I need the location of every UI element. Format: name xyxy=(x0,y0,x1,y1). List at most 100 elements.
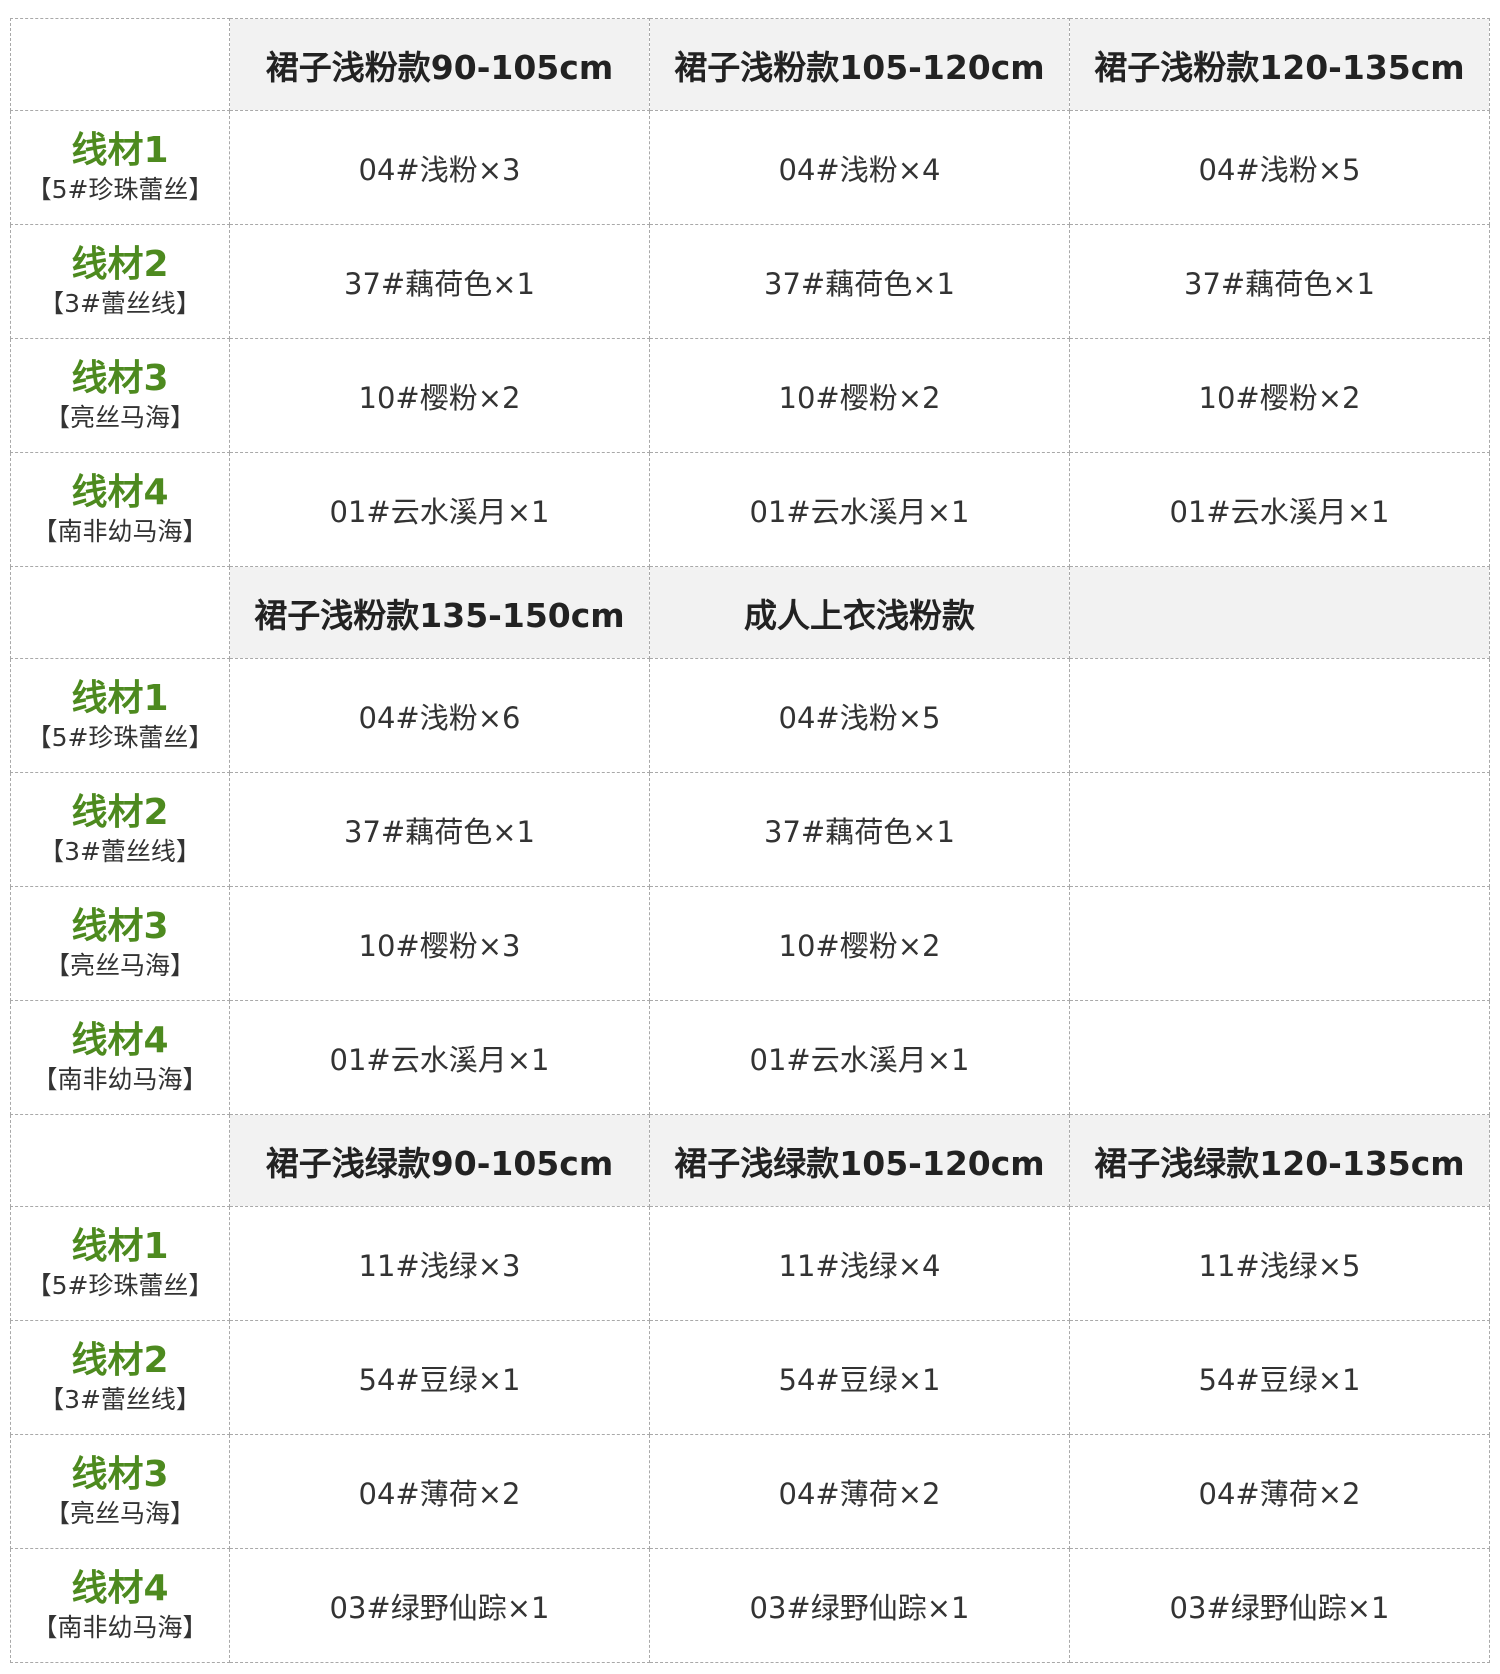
yarn-quantity-cell: 10#樱粉×2 xyxy=(229,338,650,453)
empty-cell xyxy=(1069,886,1490,1001)
material-name: 线材1 xyxy=(71,677,169,719)
material-type: 【南非幼马海】 xyxy=(32,1612,208,1642)
yarn-quantity-cell: 01#云水溪月×1 xyxy=(649,1000,1070,1115)
yarn-quantity-cell: 11#浅绿×5 xyxy=(1069,1206,1490,1321)
empty-cell xyxy=(1069,1000,1490,1115)
column-header: 裙子浅绿款90-105cm xyxy=(229,1114,650,1207)
material-name: 线材4 xyxy=(71,471,169,513)
table-row: 线材1 【5#珍珠蕾丝】 04#浅粉×3 04#浅粉×4 04#浅粉×5 xyxy=(10,110,1490,225)
yarn-quantity-cell: 54#豆绿×1 xyxy=(649,1320,1070,1435)
material-name: 线材1 xyxy=(71,1225,169,1267)
column-header: 裙子浅粉款135-150cm xyxy=(229,566,650,659)
table-row: 线材2 【3#蕾丝线】 37#藕荷色×1 37#藕荷色×1 xyxy=(10,772,1490,887)
yarn-quantity-cell: 04#浅粉×6 xyxy=(229,658,650,773)
corner-cell xyxy=(10,1114,230,1207)
table-row: 线材2 【3#蕾丝线】 54#豆绿×1 54#豆绿×1 54#豆绿×1 xyxy=(10,1320,1490,1435)
material-label-cell: 线材3 【亮丝马海】 xyxy=(10,338,230,453)
material-type: 【亮丝马海】 xyxy=(44,950,195,980)
column-header: 裙子浅粉款90-105cm xyxy=(229,18,650,111)
material-name: 线材3 xyxy=(71,905,169,947)
yarn-quantity-cell: 10#樱粉×2 xyxy=(649,886,1070,1001)
yarn-quantity-cell: 01#云水溪月×1 xyxy=(649,452,1070,567)
yarn-quantity-cell: 04#薄荷×2 xyxy=(1069,1434,1490,1549)
yarn-quantity-cell: 04#浅粉×3 xyxy=(229,110,650,225)
yarn-quantity-cell: 37#藕荷色×1 xyxy=(229,772,650,887)
material-label-cell: 线材1 【5#珍珠蕾丝】 xyxy=(10,1206,230,1321)
material-type: 【3#蕾丝线】 xyxy=(39,1384,201,1414)
material-name: 线材4 xyxy=(71,1019,169,1061)
material-label-cell: 线材4 【南非幼马海】 xyxy=(10,1000,230,1115)
material-name: 线材1 xyxy=(71,129,169,171)
table-row: 线材1 【5#珍珠蕾丝】 11#浅绿×3 11#浅绿×4 11#浅绿×5 xyxy=(10,1206,1490,1321)
corner-cell xyxy=(10,18,230,111)
section-header-row: 裙子浅绿款90-105cm 裙子浅绿款105-120cm 裙子浅绿款120-135c… xyxy=(10,1114,1490,1207)
yarn-quantity-cell: 37#藕荷色×1 xyxy=(649,772,1070,887)
yarn-quantity-cell: 03#绿野仙踪×1 xyxy=(229,1548,650,1663)
column-header: 成人上衣浅粉款 xyxy=(649,566,1070,659)
material-type: 【南非幼马海】 xyxy=(32,1064,208,1094)
yarn-quantity-cell: 04#浅粉×5 xyxy=(649,658,1070,773)
yarn-quantity-cell: 10#樱粉×3 xyxy=(229,886,650,1001)
section-header-row: 裙子浅粉款90-105cm 裙子浅粉款105-120cm 裙子浅粉款120-135c… xyxy=(10,18,1490,111)
material-label-cell: 线材4 【南非幼马海】 xyxy=(10,1548,230,1663)
table-row: 线材3 【亮丝马海】 10#樱粉×2 10#樱粉×2 10#樱粉×2 xyxy=(10,338,1490,453)
material-type: 【3#蕾丝线】 xyxy=(39,288,201,318)
section-header-row: 裙子浅粉款135-150cm 成人上衣浅粉款 xyxy=(10,566,1490,659)
material-name: 线材2 xyxy=(71,791,169,833)
table-row: 线材2 【3#蕾丝线】 37#藕荷色×1 37#藕荷色×1 37#藕荷色×1 xyxy=(10,224,1490,339)
material-label-cell: 线材2 【3#蕾丝线】 xyxy=(10,1320,230,1435)
material-label-cell: 线材2 【3#蕾丝线】 xyxy=(10,224,230,339)
yarn-quantity-cell: 37#藕荷色×1 xyxy=(1069,224,1490,339)
column-header: 裙子浅粉款105-120cm xyxy=(649,18,1070,111)
material-name: 线材3 xyxy=(71,1453,169,1495)
material-label-cell: 线材1 【5#珍珠蕾丝】 xyxy=(10,110,230,225)
table-row: 线材4 【南非幼马海】 03#绿野仙踪×1 03#绿野仙踪×1 03#绿野仙踪×1 xyxy=(10,1548,1490,1663)
yarn-quantity-cell: 10#樱粉×2 xyxy=(649,338,1070,453)
table-row: 线材4 【南非幼马海】 01#云水溪月×1 01#云水溪月×1 01#云水溪月×1 xyxy=(10,452,1490,567)
material-type: 【亮丝马海】 xyxy=(44,402,195,432)
empty-header-cell xyxy=(1069,566,1490,659)
table-row: 线材3 【亮丝马海】 10#樱粉×3 10#樱粉×2 xyxy=(10,886,1490,1001)
material-type: 【亮丝马海】 xyxy=(44,1498,195,1528)
column-header: 裙子浅绿款120-135cm xyxy=(1069,1114,1490,1207)
empty-cell xyxy=(1069,772,1490,887)
table-row: 线材1 【5#珍珠蕾丝】 04#浅粉×6 04#浅粉×5 xyxy=(10,658,1490,773)
yarn-quantity-cell: 01#云水溪月×1 xyxy=(229,1000,650,1115)
yarn-materials-table: 裙子浅粉款90-105cm 裙子浅粉款105-120cm 裙子浅粉款120-135c… xyxy=(10,18,1490,1663)
material-type: 【5#珍珠蕾丝】 xyxy=(26,174,214,204)
material-label-cell: 线材3 【亮丝马海】 xyxy=(10,1434,230,1549)
column-header: 裙子浅绿款105-120cm xyxy=(649,1114,1070,1207)
yarn-quantity-cell: 04#浅粉×4 xyxy=(649,110,1070,225)
yarn-quantity-cell: 03#绿野仙踪×1 xyxy=(1069,1548,1490,1663)
material-type: 【5#珍珠蕾丝】 xyxy=(26,722,214,752)
material-type: 【3#蕾丝线】 xyxy=(39,836,201,866)
table-row: 线材3 【亮丝马海】 04#薄荷×2 04#薄荷×2 04#薄荷×2 xyxy=(10,1434,1490,1549)
material-label-cell: 线材4 【南非幼马海】 xyxy=(10,452,230,567)
material-label-cell: 线材2 【3#蕾丝线】 xyxy=(10,772,230,887)
material-name: 线材4 xyxy=(71,1567,169,1609)
yarn-quantity-cell: 11#浅绿×4 xyxy=(649,1206,1070,1321)
yarn-quantity-cell: 04#薄荷×2 xyxy=(229,1434,650,1549)
yarn-quantity-cell: 10#樱粉×2 xyxy=(1069,338,1490,453)
material-label-cell: 线材1 【5#珍珠蕾丝】 xyxy=(10,658,230,773)
yarn-quantity-cell: 11#浅绿×3 xyxy=(229,1206,650,1321)
material-name: 线材3 xyxy=(71,357,169,399)
yarn-quantity-cell: 04#薄荷×2 xyxy=(649,1434,1070,1549)
yarn-quantity-cell: 01#云水溪月×1 xyxy=(229,452,650,567)
material-name: 线材2 xyxy=(71,1339,169,1381)
material-name: 线材2 xyxy=(71,243,169,285)
table-row: 线材4 【南非幼马海】 01#云水溪月×1 01#云水溪月×1 xyxy=(10,1000,1490,1115)
empty-cell xyxy=(1069,658,1490,773)
yarn-quantity-cell: 37#藕荷色×1 xyxy=(229,224,650,339)
material-type: 【南非幼马海】 xyxy=(32,516,208,546)
column-header: 裙子浅粉款120-135cm xyxy=(1069,18,1490,111)
yarn-quantity-cell: 37#藕荷色×1 xyxy=(649,224,1070,339)
yarn-quantity-cell: 01#云水溪月×1 xyxy=(1069,452,1490,567)
yarn-quantity-cell: 04#浅粉×5 xyxy=(1069,110,1490,225)
yarn-quantity-cell: 54#豆绿×1 xyxy=(1069,1320,1490,1435)
yarn-quantity-cell: 03#绿野仙踪×1 xyxy=(649,1548,1070,1663)
yarn-quantity-cell: 54#豆绿×1 xyxy=(229,1320,650,1435)
material-label-cell: 线材3 【亮丝马海】 xyxy=(10,886,230,1001)
table-body: 裙子浅粉款90-105cm 裙子浅粉款105-120cm 裙子浅粉款120-135c… xyxy=(10,18,1490,1663)
corner-cell xyxy=(10,566,230,659)
